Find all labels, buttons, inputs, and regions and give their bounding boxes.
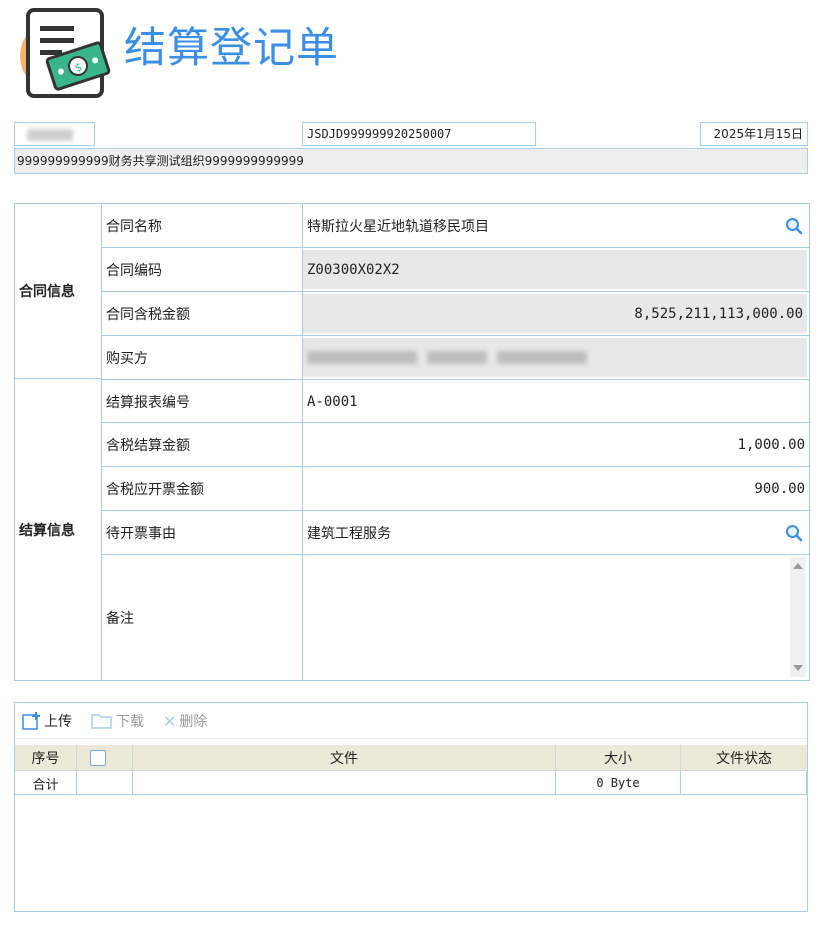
contract-name-row: 合同名称 特斯拉火星近地轨道移民项目 [102, 204, 809, 248]
scroll-down-icon[interactable] [793, 665, 803, 671]
invoice-amount-field[interactable]: 900.00 [303, 467, 809, 510]
contract-code-row: 合同编码 Z00300X02X2 [102, 248, 809, 292]
close-icon: ✕ [163, 711, 177, 731]
contract-code-value: Z00300X02X2 [303, 250, 807, 289]
download-button[interactable]: 下载 [91, 711, 144, 731]
settlement-amount-row: 含税结算金额 1,000.00 [102, 423, 809, 467]
contract-amount-label: 合同含税金额 [102, 292, 303, 335]
buyer-row: 购买方 [102, 336, 809, 379]
scroll-up-icon[interactable] [793, 563, 803, 569]
search-icon[interactable] [785, 217, 803, 235]
attachment-panel: 上传 下载 ✕ 删除 序号 文件 大小 文件状态 合计 0 Byte [14, 702, 808, 912]
col-select-all[interactable] [77, 745, 133, 771]
remark-label: 备注 [102, 555, 303, 680]
buyer-label: 购买方 [102, 336, 303, 379]
report-no-label: 结算报表编号 [102, 380, 303, 423]
total-size: 0 Byte [556, 771, 681, 795]
contract-name-label: 合同名称 [102, 204, 303, 247]
contract-code-label: 合同编码 [102, 248, 303, 291]
select-all-checkbox[interactable] [89, 750, 106, 766]
invoice-amount-row: 含税应开票金额 900.00 [102, 467, 809, 511]
invoice-reason-label: 待开票事由 [102, 511, 303, 554]
invoice-reason-field[interactable]: 建筑工程服务 [303, 511, 809, 554]
attachment-table-header: 序号 文件 大小 文件状态 [15, 745, 807, 771]
document-number-field[interactable]: JSDJD999999920250007 [302, 122, 536, 146]
total-label: 合计 [15, 771, 77, 795]
invoice-amount-label: 含税应开票金额 [102, 467, 303, 510]
search-icon[interactable] [785, 524, 803, 542]
contract-name-value: 特斯拉火星近地轨道移民项目 [307, 218, 489, 235]
page-title: 结算登记单 [124, 23, 340, 72]
owner-field[interactable] [14, 122, 95, 146]
redacted-value [307, 351, 417, 364]
remark-row: 备注 [102, 555, 809, 680]
folder-icon [91, 714, 112, 729]
date-field[interactable]: 2025年1月15日 [700, 122, 808, 146]
col-size: 大小 [556, 745, 681, 771]
attachment-toolbar: 上传 下载 ✕ 删除 [15, 703, 807, 739]
contract-amount-value: 8,525,211,113,000.00 [303, 294, 807, 333]
contract-name-field[interactable]: 特斯拉火星近地轨道移民项目 [303, 204, 809, 247]
document-money-icon: $ [16, 4, 112, 100]
settlement-form: 合同信息 结算信息 合同名称 特斯拉火星近地轨道移民项目 合同编码 Z00300… [14, 203, 810, 681]
col-status: 文件状态 [716, 751, 772, 767]
redacted-value [497, 351, 587, 364]
remark-textarea[interactable] [303, 555, 809, 680]
invoice-reason-row: 待开票事由 建筑工程服务 [102, 511, 809, 555]
attachment-total-row: 合计 0 Byte [15, 771, 807, 795]
total-file-cell [133, 771, 556, 795]
col-file: 文件 [133, 745, 556, 771]
invoice-reason-value: 建筑工程服务 [307, 525, 391, 542]
report-no-row: 结算报表编号 A-0001 [102, 379, 809, 423]
redacted-value [27, 128, 73, 141]
settlement-amount-field[interactable]: 1,000.00 [303, 423, 809, 466]
report-no-field[interactable]: A-0001 [303, 380, 809, 423]
delete-button[interactable]: ✕ 删除 [163, 711, 207, 731]
col-index: 序号 [15, 745, 77, 771]
section-contract-info: 合同信息 [15, 204, 102, 379]
settlement-amount-label: 含税结算金额 [102, 423, 303, 466]
contract-amount-row: 合同含税金额 8,525,211,113,000.00 [102, 292, 809, 336]
total-select-cell [77, 771, 133, 795]
section-settlement-info: 结算信息 [15, 379, 102, 680]
redacted-value [427, 351, 487, 364]
buyer-value [303, 338, 807, 377]
upload-button[interactable]: 上传 [21, 711, 72, 731]
upload-icon [22, 712, 40, 730]
total-status-cell [681, 771, 807, 795]
organization-field: 999999999999财务共享测试组织9999999999999 [14, 148, 808, 174]
remark-scrollbar[interactable] [790, 557, 806, 677]
